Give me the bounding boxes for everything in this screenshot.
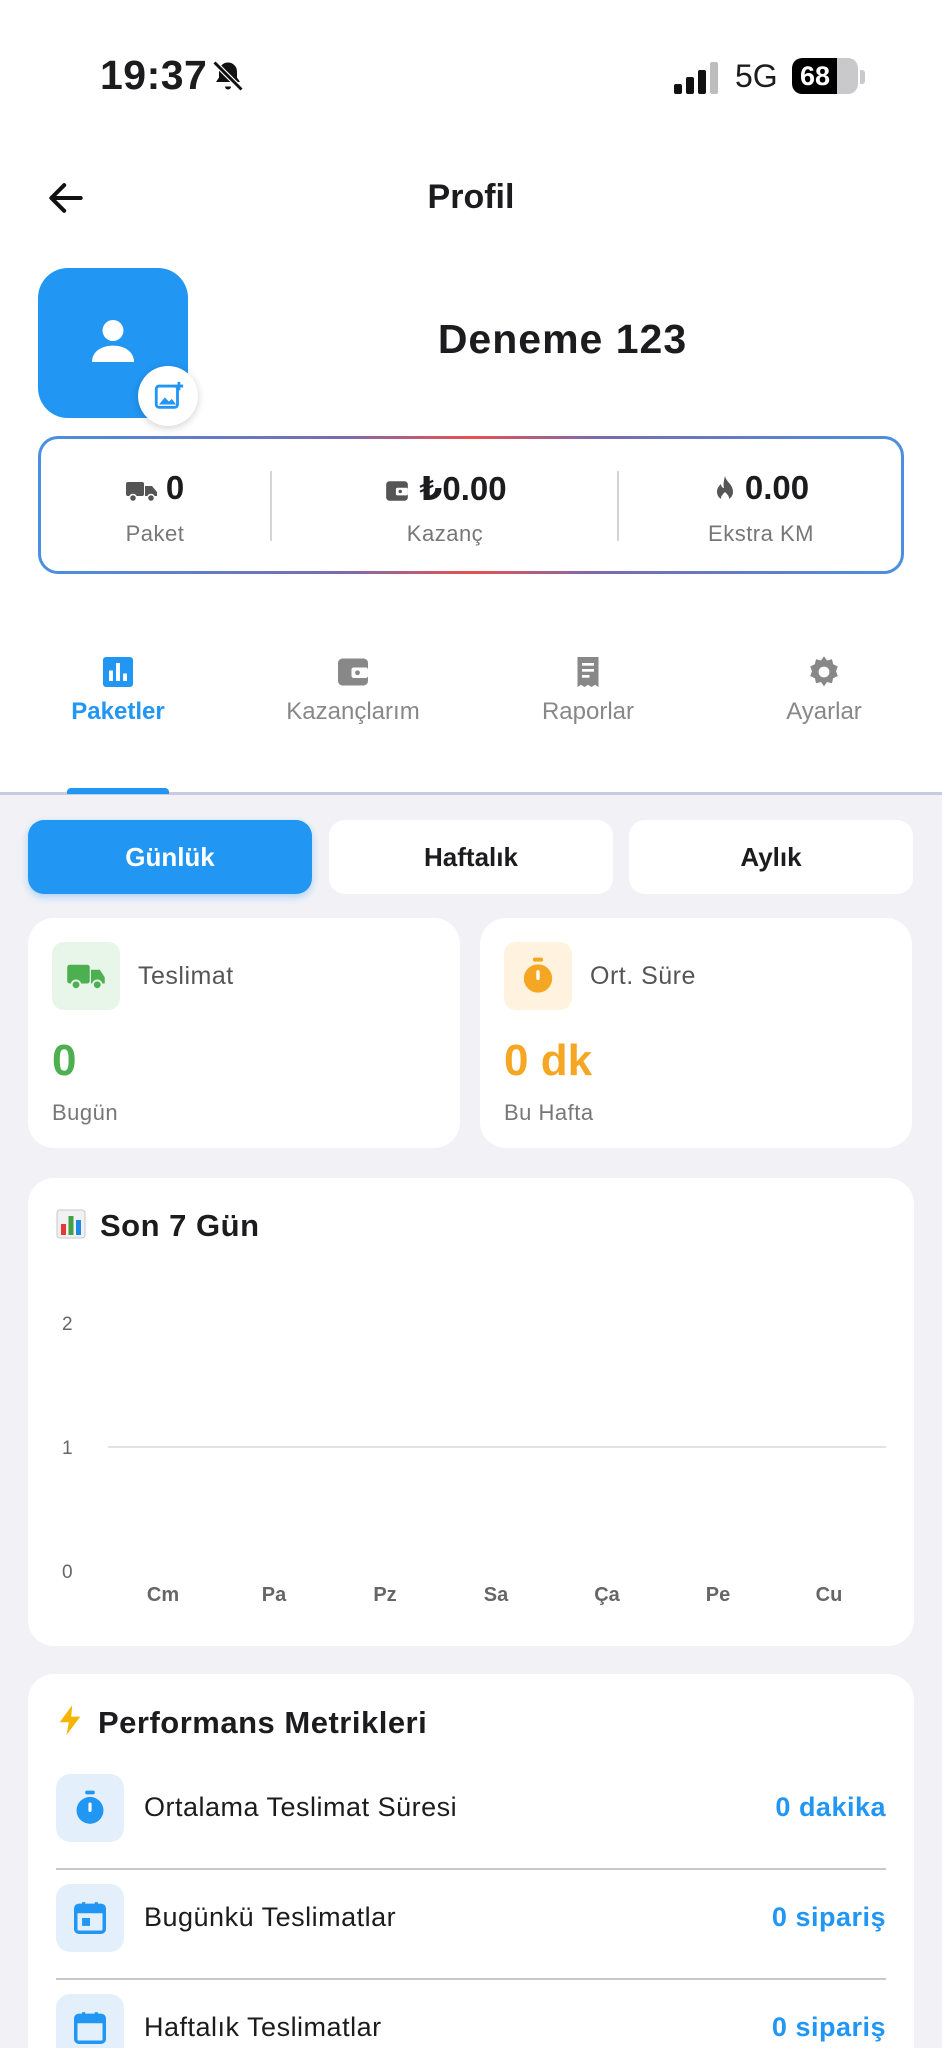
tab-label: Kazançlarım bbox=[286, 698, 420, 725]
stat-extra-km-label: Ekstra KM bbox=[708, 521, 814, 546]
tab-label: Paketler bbox=[71, 698, 165, 725]
battery-nub bbox=[860, 70, 865, 84]
battery-indicator: 68 bbox=[792, 58, 858, 94]
stat-extra-km: 0.00 Ekstra KM bbox=[621, 439, 901, 571]
person-icon bbox=[92, 320, 134, 362]
perf-icon-box bbox=[56, 1884, 124, 1952]
stat-packages-label: Paket bbox=[125, 521, 185, 546]
last-7-days-card: 0 1 2 Cm Pa Pz Sa Ça Pe Cu Son 7 Gün bbox=[28, 1178, 914, 1646]
stat-earnings-label: Kazanç bbox=[406, 521, 484, 546]
delivery-card: Teslimat 0 Bugün bbox=[28, 918, 460, 1148]
y-tick-label: 1 bbox=[62, 1438, 73, 1459]
network-type: 5G bbox=[735, 58, 778, 94]
perf-row-today: Bugünkü Teslimatlar 0 sipariş bbox=[56, 1870, 886, 1980]
perf-value: 0 sipariş bbox=[771, 2012, 886, 2042]
wallet-icon bbox=[338, 658, 368, 686]
perf-label: Ortalama Teslimat Süresi bbox=[144, 1792, 458, 1822]
stat-packages-value: 0 bbox=[41, 469, 269, 507]
battery-percent: 68 bbox=[800, 61, 831, 91]
stat-packages: 0 Paket bbox=[41, 439, 269, 571]
avg-time-value: 0 dk bbox=[504, 1036, 593, 1085]
perf-label: Haftalık Teslimatlar bbox=[144, 2012, 382, 2042]
performance-card: Performans Metrikleri Ortalama Teslimat … bbox=[28, 1674, 914, 2048]
status-time: 19:37 bbox=[100, 52, 208, 98]
truck-icon bbox=[125, 482, 157, 503]
x-tick-label: Pa bbox=[262, 1584, 287, 1606]
tab-settings[interactable]: Ayarlar bbox=[724, 654, 924, 726]
receipt-icon bbox=[577, 657, 599, 687]
perf-row-avg-time: Ortalama Teslimat Süresi 0 dakika bbox=[56, 1760, 886, 1870]
x-tick-label: Sa bbox=[484, 1584, 509, 1606]
stat-extra-km-value: 0.00 bbox=[621, 469, 901, 507]
perf-icon-box bbox=[56, 1774, 124, 1842]
signal-icon bbox=[674, 62, 718, 94]
lightning-emoji bbox=[59, 1705, 81, 1735]
stats-card: 0 Paket ₺0.00 Kazanç 0.00 Ekstra KM bbox=[38, 436, 904, 574]
x-tick-label: Pe bbox=[706, 1584, 730, 1606]
truck-icon bbox=[67, 964, 105, 991]
calendar-icon bbox=[74, 2012, 106, 2044]
performance-title: Performans Metrikleri bbox=[98, 1705, 428, 1740]
calendar-today-icon bbox=[74, 1902, 106, 1934]
gear-icon bbox=[810, 656, 838, 687]
delivery-title: Teslimat bbox=[138, 962, 234, 990]
change-photo-button[interactable] bbox=[138, 366, 198, 426]
tab-packages[interactable]: Paketler bbox=[18, 654, 218, 726]
period-daily-button[interactable]: Günlük bbox=[28, 820, 312, 894]
avg-time-subtitle: Bu Hafta bbox=[504, 1100, 594, 1125]
x-tick-label: Ça bbox=[594, 1584, 620, 1606]
stopwatch-icon bbox=[523, 957, 553, 993]
stat-earnings: ₺0.00 Kazanç bbox=[273, 439, 617, 571]
stat-divider bbox=[617, 471, 619, 541]
avg-time-icon-box bbox=[504, 942, 572, 1010]
stat-earnings-value: ₺0.00 bbox=[273, 469, 617, 508]
tab-active-indicator bbox=[67, 788, 169, 794]
perf-label: Bugünkü Teslimatlar bbox=[144, 1902, 397, 1932]
wallet-icon bbox=[386, 481, 409, 501]
delivery-icon-box bbox=[52, 942, 120, 1010]
tab-earnings[interactable]: Kazançlarım bbox=[253, 654, 453, 726]
delivery-subtitle: Bugün bbox=[52, 1100, 119, 1125]
chart-title: Son 7 Gün bbox=[100, 1208, 260, 1243]
flame-icon bbox=[716, 476, 733, 502]
period-weekly-button[interactable]: Haftalık bbox=[329, 820, 613, 894]
stopwatch-icon bbox=[76, 1790, 104, 1824]
tab-label: Ayarlar bbox=[786, 698, 862, 725]
stat-divider bbox=[270, 471, 272, 541]
bell-muted-icon bbox=[212, 60, 244, 92]
profile-name: Deneme 123 bbox=[437, 316, 688, 362]
bar-chart-icon bbox=[103, 657, 133, 687]
chart-section-title: Son 7 Gün bbox=[56, 1208, 260, 1244]
avg-time-card: Ort. Süre 0 dk Bu Hafta bbox=[480, 918, 912, 1148]
delivery-value: 0 bbox=[52, 1036, 77, 1085]
perf-value: 0 sipariş bbox=[771, 1902, 886, 1932]
performance-section-title: Performans Metrikleri bbox=[56, 1704, 427, 1741]
perf-icon-box bbox=[56, 1994, 124, 2048]
avg-time-title: Ort. Süre bbox=[590, 962, 696, 990]
y-tick-label: 0 bbox=[62, 1562, 73, 1583]
tab-reports[interactable]: Raporlar bbox=[488, 654, 688, 726]
x-tick-label: Cu bbox=[816, 1584, 843, 1606]
x-tick-label: Pz bbox=[373, 1584, 396, 1606]
perf-row-weekly: Haftalık Teslimatlar 0 sipariş bbox=[56, 1980, 886, 2048]
last-7-days-chart: 0 1 2 Cm Pa Pz Sa Ça Pe Cu bbox=[62, 1314, 886, 1606]
period-monthly-button[interactable]: Aylık bbox=[629, 820, 913, 894]
y-tick-label: 2 bbox=[62, 1314, 73, 1335]
perf-value: 0 dakika bbox=[775, 1792, 886, 1822]
bar-chart-emoji bbox=[56, 1209, 86, 1239]
x-tick-label: Cm bbox=[147, 1584, 179, 1606]
page-title: Profil bbox=[427, 178, 515, 216]
add-photo-icon bbox=[154, 381, 184, 409]
tab-label: Raporlar bbox=[541, 698, 635, 725]
